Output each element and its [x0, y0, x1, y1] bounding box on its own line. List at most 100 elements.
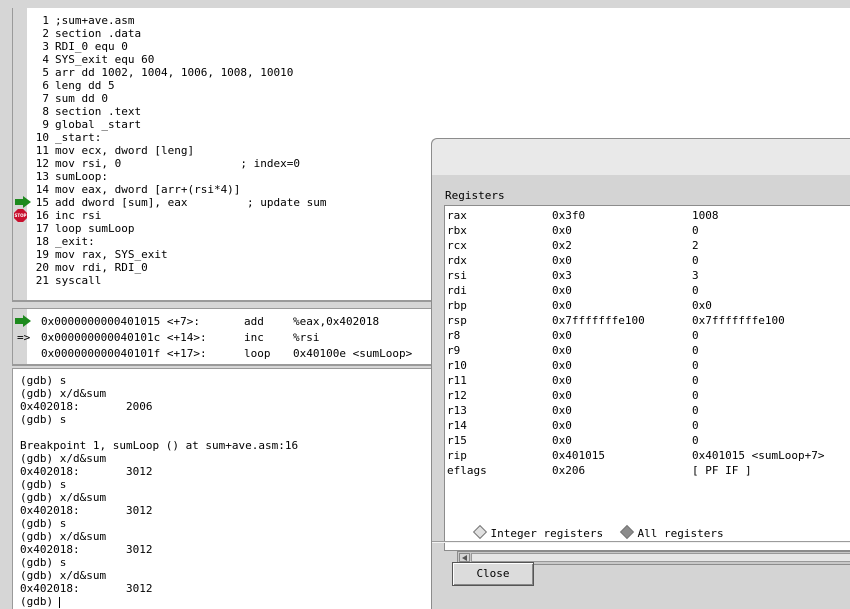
console-text: 0x402018: 3012: [20, 504, 153, 517]
registers-title: Registers: [445, 189, 505, 202]
register-value: 0x7fffffffe100: [692, 314, 785, 327]
line-number: 14: [35, 183, 49, 196]
dialog-titlebar[interactable]: [432, 139, 850, 175]
register-hex: 0x0: [552, 374, 572, 387]
register-hex: 0x0: [552, 329, 572, 342]
console-text: (gdb) x/d&sum: [20, 491, 107, 504]
register-hex: 0x0: [552, 359, 572, 372]
register-value: [ PF IF ]: [692, 464, 752, 477]
register-value: 0: [692, 404, 699, 417]
console-text: 0x402018: 3012: [20, 465, 153, 478]
register-name: rip: [447, 449, 467, 462]
register-value: 0: [692, 224, 699, 237]
source-code: leng dd 5: [55, 79, 115, 92]
integer-registers-radio[interactable]: Integer registers: [448, 513, 603, 540]
console-line: 0x402018: 3012: [20, 543, 152, 556]
register-value: 0: [692, 419, 699, 432]
source-code: mov rax, SYS_exit: [55, 248, 168, 261]
source-code: syscall: [55, 274, 102, 287]
source-gutter[interactable]: [13, 8, 27, 300]
console-text: (gdb) x/d&sum: [20, 530, 107, 543]
register-row[interactable]: r9 0x0 0: [445, 343, 850, 358]
register-name: r15: [447, 434, 467, 447]
line-number: 19: [35, 248, 49, 261]
scrollbar-track[interactable]: [471, 553, 850, 562]
console-text: Breakpoint 1, sumLoop () at sum+ave.asm:…: [20, 439, 299, 452]
console-line: Breakpoint 1, sumLoop () at sum+ave.asm:…: [20, 439, 298, 452]
register-value: 3: [692, 269, 699, 282]
line-number: 5: [42, 66, 49, 79]
line-number: 1: [42, 14, 49, 27]
register-row[interactable]: r12 0x0 0: [445, 388, 850, 403]
source-code: add dword [sum], eax ; update sum: [55, 196, 327, 209]
register-value: 0: [692, 374, 699, 387]
console-line: (gdb) s: [20, 478, 66, 491]
register-row[interactable]: rdi 0x0 0: [445, 283, 850, 298]
register-name: rax: [447, 209, 467, 222]
register-row[interactable]: eflags 0x206 [ PF IF ]: [445, 463, 850, 478]
instruction-operands: %eax,0x402018: [293, 315, 380, 328]
register-name: r14: [447, 419, 467, 432]
register-row[interactable]: rsp 0x7fffffffe100 0x7fffffffe100: [445, 313, 850, 328]
register-name: r12: [447, 389, 467, 402]
instruction-opcode: add: [244, 315, 264, 328]
register-hex: 0x0: [552, 299, 572, 312]
console-text: (gdb) s: [20, 374, 67, 387]
close-button[interactable]: Close: [452, 562, 534, 586]
register-value: 2: [692, 239, 699, 252]
register-name: rsp: [447, 314, 467, 327]
register-row[interactable]: r10 0x0 0: [445, 358, 850, 373]
register-row[interactable]: rax 0x3f0 1008: [445, 208, 850, 223]
register-name: r13: [447, 404, 467, 417]
register-row[interactable]: rbx 0x0 0: [445, 223, 850, 238]
line-number: 11: [35, 144, 49, 157]
register-hex: 0x206: [552, 464, 586, 477]
register-value: 0: [692, 434, 699, 447]
line-number: 2: [42, 27, 49, 40]
console-line: (gdb) x/d&sum: [20, 452, 106, 465]
all-registers-label: All registers: [637, 527, 724, 540]
register-value: 0: [692, 389, 699, 402]
source-code: section .data: [55, 27, 142, 40]
register-hex: 0x0: [552, 389, 572, 402]
source-code: mov eax, dword [arr+(rsi*4)]: [55, 183, 241, 196]
all-registers-radio[interactable]: All registers: [595, 513, 724, 540]
console-line: (gdb) s: [20, 374, 66, 387]
register-row[interactable]: r8 0x0 0: [445, 328, 850, 343]
instruction-operands: 0x40100e <sumLoop>: [293, 347, 413, 360]
register-name: r11: [447, 374, 467, 387]
register-row[interactable]: rdx 0x0 0: [445, 253, 850, 268]
register-row[interactable]: r15 0x0 0: [445, 433, 850, 448]
source-code: _exit:: [55, 235, 95, 248]
register-name: eflags: [447, 464, 487, 477]
instruction-operands: %rsi: [293, 331, 320, 344]
register-value: 0: [692, 344, 699, 357]
console-line: (gdb) x/d&sum: [20, 530, 106, 543]
text-cursor-icon[interactable]: [59, 596, 61, 608]
console-text: 0x402018: 3012: [20, 582, 153, 595]
register-row[interactable]: r14 0x0 0: [445, 418, 850, 433]
source-code: inc rsi: [55, 209, 102, 222]
instruction-opcode: loop: [244, 347, 271, 360]
register-row[interactable]: r11 0x0 0: [445, 373, 850, 388]
line-number: 12: [35, 157, 49, 170]
register-name: r9: [447, 344, 461, 357]
register-hex: 0x0: [552, 224, 572, 237]
register-row[interactable]: rcx 0x2 2: [445, 238, 850, 253]
register-row[interactable]: rip 0x401015 0x401015 <sumLoop+7>: [445, 448, 850, 463]
source-code: arr dd 1002, 1004, 1006, 1008, 10010: [55, 66, 294, 79]
register-row[interactable]: rsi 0x3 3: [445, 268, 850, 283]
console-line: (gdb): [20, 595, 61, 608]
registers-table[interactable]: rax 0x3f0 1008 rbx 0x0 0 rcx 0x2 2 rdx 0x0 0 rsi 0x3 3…: [444, 205, 850, 565]
registers-dialog[interactable]: Registers rax 0x3f0 1008 rbx 0x0 0 rcx 0x2 2 rdx 0…: [431, 138, 850, 609]
line-number: 3: [42, 40, 49, 53]
register-value: 0: [692, 329, 699, 342]
console-text: 0x402018: 3012: [20, 543, 153, 556]
register-row[interactable]: r13 0x0 0: [445, 403, 850, 418]
line-number: 21: [35, 274, 49, 287]
register-row[interactable]: rbp 0x0 0x0: [445, 298, 850, 313]
instruction-address: 0x0000000000401015 <+7>:: [41, 315, 200, 328]
console-line: 0x402018: 3012: [20, 504, 152, 517]
register-value: 0: [692, 359, 699, 372]
register-name: r10: [447, 359, 467, 372]
